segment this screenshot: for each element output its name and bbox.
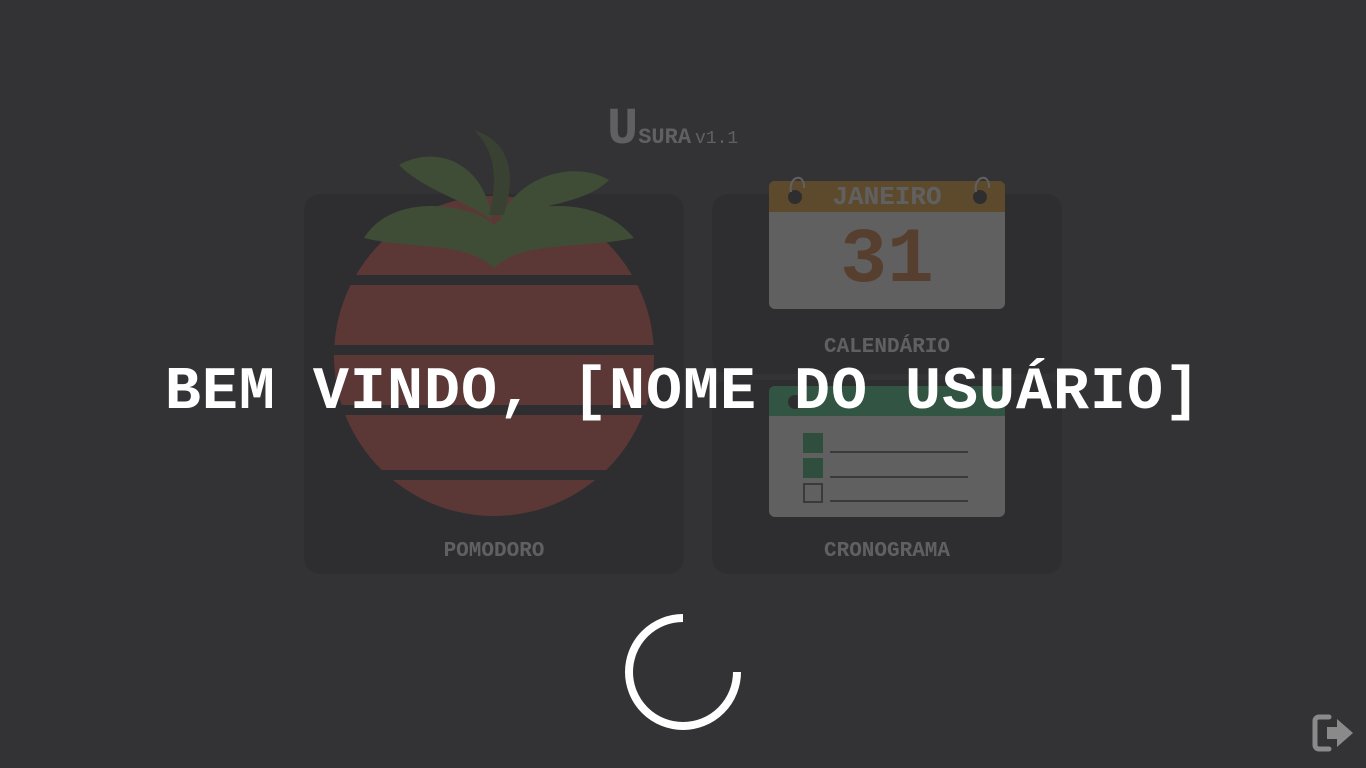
tomato-icon bbox=[324, 130, 664, 516]
calendar-label: CALENDÁRIO bbox=[823, 336, 951, 359]
logout-icon[interactable] bbox=[1311, 712, 1357, 754]
loading-screen: USURA v1.1 POMODORO CALENDÁRIO CRONOGRAMA bbox=[0, 0, 1366, 768]
cronograma-label: CRONOGRAMA bbox=[823, 540, 951, 563]
welcome-message: BEM VINDO, [NOME DO USUÁRIO] bbox=[164, 359, 1202, 427]
pomodoro-label: POMODORO bbox=[443, 540, 545, 563]
calendar-day: 31 bbox=[840, 217, 934, 305]
app-version: v1.1 bbox=[695, 129, 739, 149]
calendar-month: JANEIRO bbox=[832, 182, 942, 212]
loading-spinner-icon bbox=[625, 614, 741, 730]
